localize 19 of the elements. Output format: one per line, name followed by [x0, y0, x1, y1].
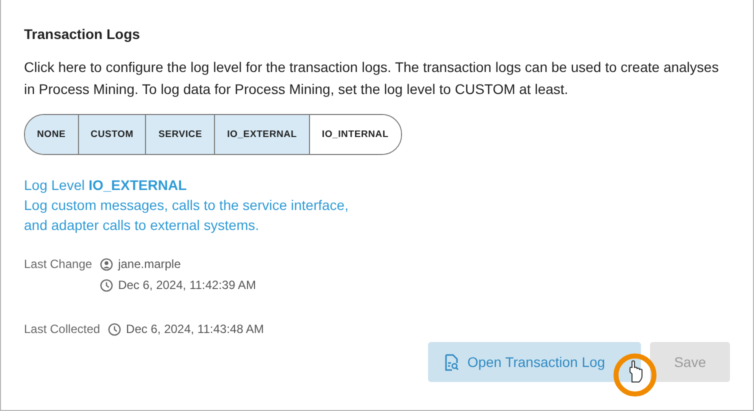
- clock-icon: [108, 322, 122, 336]
- log-level-option[interactable]: SERVICE: [145, 115, 214, 154]
- last-change-label: Last Change: [24, 257, 92, 271]
- log-level-option[interactable]: IO_EXTERNAL: [214, 115, 309, 154]
- cursor-highlight-icon: [612, 352, 658, 398]
- document-search-icon: [444, 354, 460, 370]
- log-level-option[interactable]: CUSTOM: [78, 115, 146, 154]
- log-level-option[interactable]: IO_INTERNAL: [308, 115, 401, 154]
- log-level-option[interactable]: NONE: [25, 115, 78, 154]
- timestamp: Dec 6, 2024, 11:43:48 AM: [126, 322, 264, 336]
- user-name: jane.marple: [118, 257, 181, 271]
- log-level-description: Log custom messages, calls to the service interface, and adapter calls to external systems.: [24, 196, 350, 235]
- timestamp: Dec 6, 2024, 11:42:39 AM: [118, 278, 256, 292]
- description-text: Click here to configure the log level for the transaction logs. The transaction logs can be used to create analyses in Process Mining. To log data for Process Mining, set the log level to CUSTOM at least.: [24, 58, 720, 99]
- last-collected-label: Last Collected: [24, 322, 100, 336]
- section-title: Transaction Logs: [24, 26, 141, 42]
- user-icon: [100, 258, 114, 270]
- clock-icon: [100, 278, 114, 292]
- log-level-heading: Log Level IO_EXTERNAL: [24, 176, 188, 195]
